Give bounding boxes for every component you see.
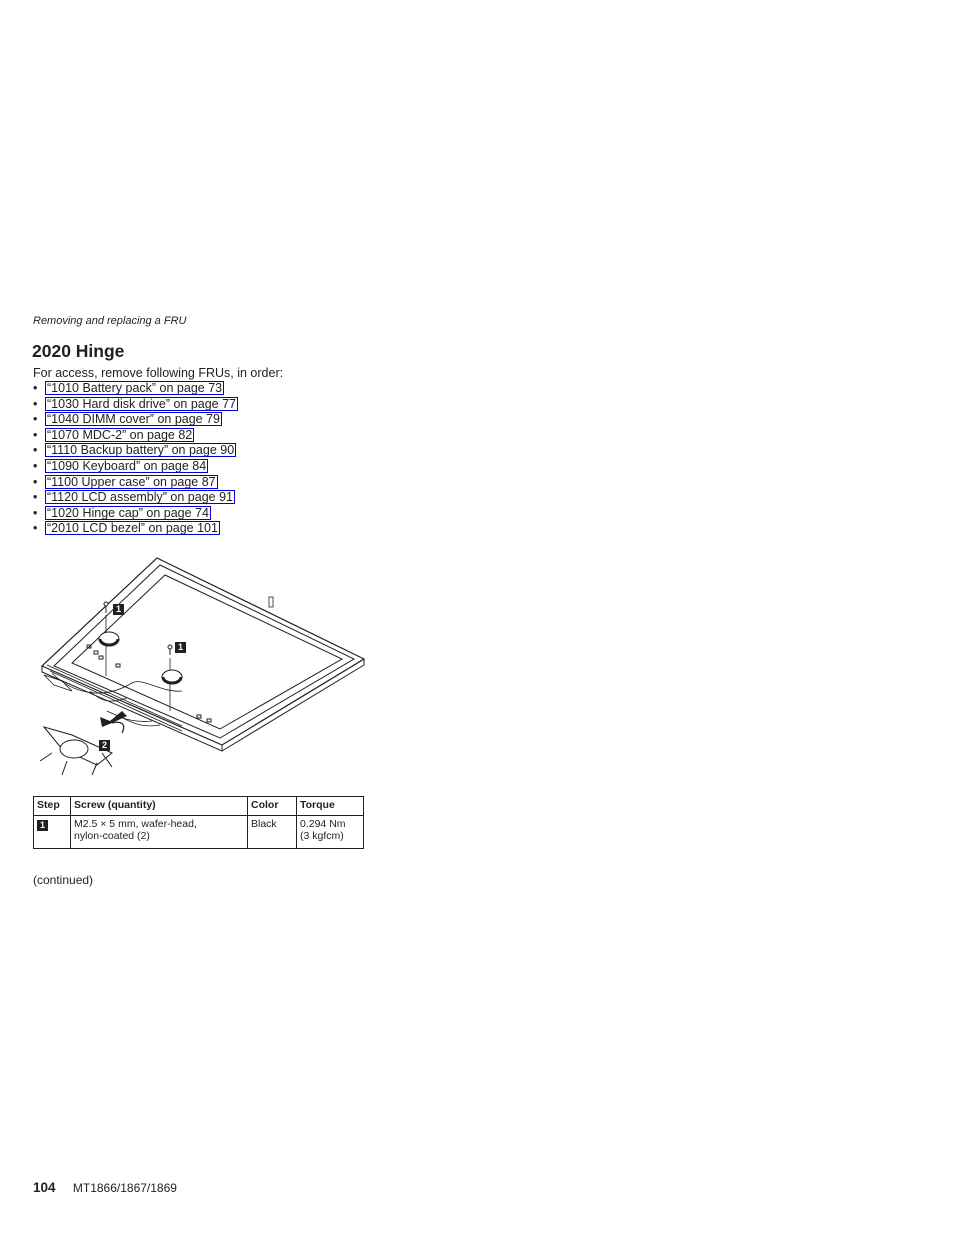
cell-screw: M2.5 × 5 mm, wafer-head, nylon-coated (2) bbox=[70, 815, 248, 849]
list-item: • “1090 Keyboard” on page 84 bbox=[33, 458, 238, 475]
bullet: • bbox=[33, 443, 38, 458]
torque-nm: 0.294 Nm bbox=[300, 818, 346, 830]
link-lcd-assembly[interactable]: “1120 LCD assembly” on page 91 bbox=[45, 490, 235, 505]
cell-color: Black bbox=[247, 815, 297, 849]
hinge-part bbox=[39, 726, 113, 776]
lcd-frame-inner bbox=[53, 564, 356, 739]
list-item: • “1040 DIMM cover” on page 79 bbox=[33, 412, 238, 428]
cell-step: 1 bbox=[33, 815, 71, 849]
table-row: 1 M2.5 × 5 mm, wafer-head, nylon-coated (… bbox=[33, 815, 364, 849]
header-torque: Torque bbox=[296, 796, 364, 816]
list-item: • “1070 MDC-2” on page 82 bbox=[33, 427, 238, 444]
model-numbers: MT1866/1867/1869 bbox=[72, 1181, 177, 1195]
link-mdc-2[interactable]: “1070 MDC-2” on page 82 bbox=[45, 427, 195, 442]
table-header-row: Step Screw (quantity) Color Torque bbox=[33, 796, 364, 816]
link-upper-case[interactable]: “1100 Upper case” on page 87 bbox=[45, 474, 218, 489]
list-item: • “1100 Upper case” on page 87 bbox=[33, 474, 238, 491]
cell-torque: 0.294 Nm (3 kgfcm) bbox=[296, 815, 364, 849]
link-lcd-bezel[interactable]: “2010 LCD bezel” on page 101 bbox=[45, 521, 220, 536]
torque-kgfcm: (3 kgfcm) bbox=[300, 830, 344, 842]
list-item: • “1110 Backup battery” on page 90 bbox=[33, 443, 238, 459]
callout-2: 2 bbox=[99, 740, 110, 751]
callout-1-right: 1 bbox=[175, 642, 186, 653]
header-screw: Screw (quantity) bbox=[70, 796, 248, 816]
link-hard-disk-drive[interactable]: “1030 Hard disk drive” on page 77 bbox=[45, 396, 239, 411]
page-footer: 104 MT1866/1867/1869 bbox=[33, 1180, 177, 1195]
page-title: 2020 Hinge bbox=[32, 341, 125, 361]
rotation-arrow-icon bbox=[161, 669, 183, 685]
link-hinge-cap[interactable]: “1020 Hinge cap” on page 74 bbox=[45, 505, 211, 520]
screw-table: Step Screw (quantity) Color Torque 1 M2.… bbox=[33, 796, 364, 849]
list-item: • “1120 LCD assembly” on page 91 bbox=[33, 490, 238, 506]
header-color: Color bbox=[247, 796, 297, 816]
bullet: • bbox=[33, 490, 38, 505]
bullet: • bbox=[33, 412, 38, 427]
intro-text: For access, remove following FRUs, in or… bbox=[33, 366, 284, 380]
list-item: • “1010 Battery pack” on page 73 bbox=[33, 381, 238, 397]
bullet: • bbox=[33, 474, 38, 489]
link-backup-battery[interactable]: “1110 Backup battery” on page 90 bbox=[45, 443, 237, 458]
bullet: • bbox=[33, 381, 38, 395]
page-number: 104 bbox=[33, 1180, 56, 1195]
prerequisite-list: • “1010 Battery pack” on page 73 • “1030 H… bbox=[33, 381, 239, 537]
bullet: • bbox=[33, 521, 38, 536]
screw-quantity: nylon-coated (2) bbox=[74, 830, 150, 842]
bullet: • bbox=[33, 458, 38, 473]
rotation-arrow-icon bbox=[98, 631, 120, 647]
bullet: • bbox=[33, 505, 38, 520]
screw-icon bbox=[167, 644, 173, 655]
callout-1-top: 1 bbox=[113, 604, 124, 615]
link-keyboard[interactable]: “1090 Keyboard” on page 84 bbox=[45, 458, 209, 473]
hinge-removal-illustration: 1 1 2 bbox=[32, 553, 367, 778]
screw-spec: M2.5 × 5 mm, wafer-head, bbox=[74, 818, 197, 830]
header-step: Step bbox=[33, 796, 71, 816]
list-item: • “1030 Hard disk drive” on page 77 bbox=[33, 396, 239, 413]
list-item: • “1020 Hinge cap” on page 74 bbox=[33, 505, 238, 522]
bullet: • bbox=[33, 396, 38, 411]
step-badge: 1 bbox=[37, 820, 48, 831]
bullet: • bbox=[33, 427, 38, 442]
list-item: • “2010 LCD bezel” on page 101 bbox=[33, 521, 238, 537]
link-dimm-cover[interactable]: “1040 DIMM cover” on page 79 bbox=[45, 412, 223, 427]
continued-note: (continued) bbox=[33, 873, 94, 887]
lcd-screen bbox=[71, 574, 344, 730]
link-battery-pack[interactable]: “1010 Battery pack” on page 73 bbox=[45, 381, 225, 395]
running-head: Removing and replacing a FRU bbox=[33, 315, 187, 327]
